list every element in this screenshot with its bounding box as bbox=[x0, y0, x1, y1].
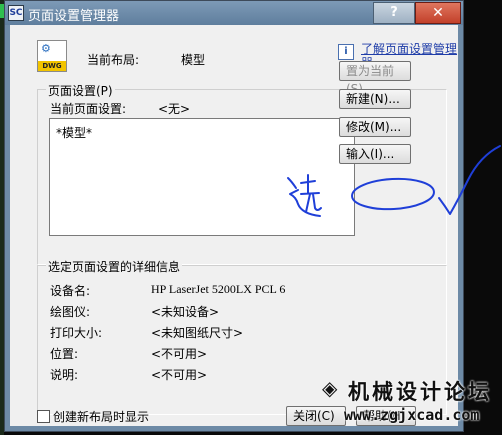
device-name-value: HP LaserJet 5200LX PCL 6 bbox=[151, 282, 286, 296]
plot-size-label: 打印大小: bbox=[50, 326, 103, 340]
current-layout-value: 模型 bbox=[181, 53, 206, 67]
show-on-create-option[interactable]: 创建新布局时显示 bbox=[37, 408, 149, 425]
watermark-url: www.zgjxcad.com bbox=[344, 406, 480, 424]
watermark-title: 机械设计论坛 bbox=[348, 380, 492, 404]
set-current-button[interactable]: 置为当前(S) bbox=[339, 61, 411, 96]
page-setup-list[interactable]: *模型* bbox=[49, 118, 355, 236]
page-setup-group-title: 页面设置(P) bbox=[46, 82, 115, 99]
watermark: ◈ 机械设计论坛 www.zgjxcad.com bbox=[322, 373, 500, 433]
plotter-label: 绘图仪: bbox=[50, 305, 91, 319]
dwg-tag: DWG bbox=[38, 61, 66, 71]
page-setup-manager-dialog: SC 页面设置管理器 ? ✕ ⚙ DWG 当前布局: 模型 i 了解页面设置管理… bbox=[4, 0, 464, 432]
close-window-button[interactable]: ✕ bbox=[415, 2, 461, 24]
gear-icon: ⚙ bbox=[41, 42, 51, 55]
new-button[interactable]: 新建(N)... bbox=[339, 89, 411, 109]
title-bar[interactable]: SC 页面设置管理器 ? ✕ bbox=[5, 1, 463, 25]
description-label: 说明: bbox=[50, 368, 79, 382]
location-value: <不可用> bbox=[151, 347, 208, 361]
location-label: 位置: bbox=[50, 347, 79, 361]
list-item[interactable]: *模型* bbox=[56, 124, 92, 141]
watermark-logo-icon: ◈ bbox=[322, 376, 338, 400]
plot-size-value: <未知图纸尺寸> bbox=[151, 326, 244, 340]
info-icon[interactable]: i bbox=[338, 44, 354, 60]
current-layout-label: 当前布局: bbox=[87, 53, 140, 67]
app-icon: SC bbox=[8, 5, 24, 21]
plotter-value: <未知设备> bbox=[151, 305, 220, 319]
dwg-file-icon: ⚙ DWG bbox=[37, 40, 67, 72]
show-on-create-label: 创建新布局时显示 bbox=[53, 410, 150, 424]
current-page-setup-label: 当前页面设置: bbox=[50, 102, 127, 116]
dialog-body: ⚙ DWG 当前布局: 模型 i 了解页面设置管理器 页面设置(P) 当前页面设… bbox=[10, 25, 458, 426]
dialog-title: 页面设置管理器 bbox=[28, 9, 120, 24]
page-setup-group: 页面设置(P) 当前页面设置: <无> *模型* bbox=[37, 82, 447, 265]
show-on-create-checkbox[interactable] bbox=[37, 410, 50, 423]
current-page-setup-value: <无> bbox=[158, 102, 191, 116]
details-group-title: 选定页面设置的详细信息 bbox=[46, 258, 183, 275]
device-name-label: 设备名: bbox=[50, 284, 91, 298]
help-title-button[interactable]: ? bbox=[373, 2, 415, 24]
description-value: <不可用> bbox=[151, 368, 208, 382]
modify-button[interactable]: 修改(M)... bbox=[339, 117, 411, 137]
import-button[interactable]: 输入(I)... bbox=[339, 144, 411, 164]
